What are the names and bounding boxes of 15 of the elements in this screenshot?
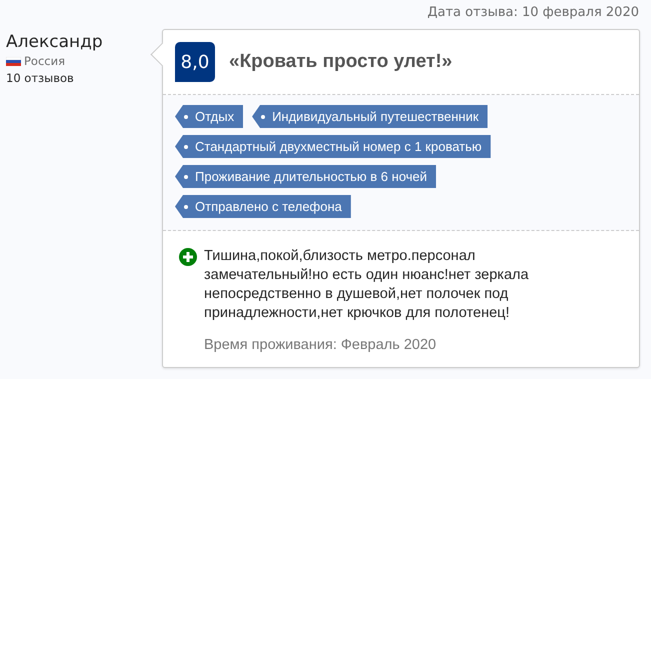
review-tag: Стандартный двухместный номер с 1 кроватью [175, 135, 491, 158]
flag-icon [6, 56, 21, 66]
review-text: Тишина,покой,близость метро.персонал замечательный!но есть один нюанс!нет зеркала непосредственно в душевой,нет полочек под принадлежности,нет крючков для полотенец! [204, 247, 530, 323]
reviewer-country: Россия [24, 54, 66, 68]
reviewer-name: Александр [6, 32, 104, 52]
review-tag: Индивидуальный путешественник [252, 105, 488, 128]
review-count: 10 отзывов [6, 71, 75, 85]
review-tag: Отдых [175, 105, 244, 128]
review-title: «Кровать просто улет!» [229, 51, 452, 73]
stay-date: Время проживания: Февраль 2020 [204, 337, 438, 353]
plus-icon [179, 248, 197, 266]
review-tag: Проживание длительностью в 6 ночей [175, 165, 436, 188]
score-badge: 8,0 [175, 42, 215, 82]
review-date: Дата отзыва: 10 февраля 2020 [427, 5, 639, 22]
review-tag: Отправлено с телефона [175, 195, 351, 218]
